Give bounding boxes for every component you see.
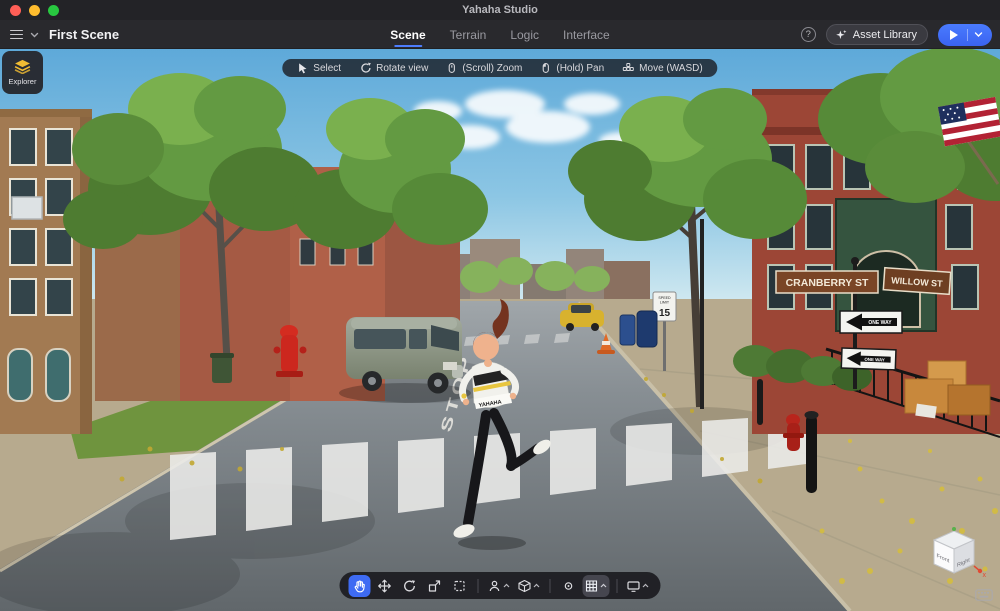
sparkle-icon <box>835 29 847 39</box>
viewport-display-button[interactable] <box>625 575 652 597</box>
tab-logic[interactable]: Logic <box>510 20 539 49</box>
gizmo-y-axis-dot <box>952 527 956 531</box>
marquee-icon <box>454 580 465 591</box>
viewport-3d[interactable]: STOP CRANBERRY ST WILLOW ST ONE WAY ONE … <box>0 49 1000 611</box>
minimize-button[interactable] <box>29 4 40 16</box>
play-icon <box>950 29 958 40</box>
tab-interface[interactable]: Interface <box>563 20 610 49</box>
help-button[interactable]: ? <box>800 27 816 42</box>
explorer-label: Explorer <box>8 77 37 86</box>
one-way-upper-text: ONE WAY <box>868 320 892 326</box>
hand-tool-button[interactable] <box>348 574 371 597</box>
tab-terrain[interactable]: Terrain <box>450 20 487 49</box>
cursor-icon <box>299 63 307 74</box>
rotate-view-hint[interactable]: Rotate view <box>350 62 437 74</box>
hold-pan-hint[interactable]: (Hold) Pan <box>531 62 613 74</box>
chevron-up-icon <box>600 583 607 588</box>
speed-limit-line2: LIMIT <box>660 301 670 305</box>
chevron-up-icon <box>503 583 510 588</box>
street-sign-cranberry-text: CRANBERRY ST <box>786 277 869 289</box>
move-icon <box>378 579 391 592</box>
avatar-tool-button[interactable] <box>486 575 513 597</box>
divider <box>967 28 968 41</box>
scale-icon <box>428 579 441 592</box>
app-header: First Scene Scene Terrain Logic Interfac… <box>0 20 1000 49</box>
bottom-toolbar <box>339 572 661 599</box>
mouse-scroll-icon <box>448 63 455 73</box>
titlebar: Yahaha Studio <box>0 0 1000 20</box>
orientation-gizmo[interactable]: Front Right x <box>926 526 988 585</box>
chevron-down-icon[interactable] <box>30 32 39 38</box>
grid-icon <box>585 579 598 592</box>
mouse-hold-icon <box>542 63 549 73</box>
chevron-up-icon <box>533 583 540 588</box>
play-options-chevron-icon[interactable] <box>974 31 983 38</box>
scale-tool-button[interactable] <box>424 575 446 597</box>
spawn-object-button[interactable] <box>516 575 543 597</box>
scene-render[interactable]: STOP CRANBERRY ST WILLOW ST ONE WAY ONE … <box>0 49 1000 611</box>
move-wasd-hint[interactable]: Move (WASD) <box>613 62 712 74</box>
dot-icon <box>564 581 573 590</box>
rotate-view-icon <box>361 62 371 73</box>
one-way-sign-upper[interactable]: ONE WAY <box>839 310 903 334</box>
explorer-panel-toggle[interactable]: Explorer <box>2 51 43 94</box>
speed-limit-value: 15 <box>659 308 671 319</box>
mail-bins[interactable] <box>619 310 658 348</box>
play-button[interactable] <box>938 23 992 46</box>
one-way-sign-lower[interactable]: ONE WAY <box>840 347 897 371</box>
asset-library-label: Asset Library <box>852 28 917 41</box>
move-tool-button[interactable] <box>374 575 396 597</box>
marquee-select-button[interactable] <box>449 575 471 597</box>
scene-title: First Scene <box>49 27 120 42</box>
layers-icon <box>14 59 31 74</box>
hand-icon <box>354 580 365 592</box>
chevron-up-icon <box>642 583 649 588</box>
speed-limit-line1: SPEED <box>658 296 671 300</box>
lamp-post[interactable] <box>700 219 704 409</box>
maximize-button[interactable] <box>48 4 59 16</box>
gizmo-x-axis-label: x <box>983 572 987 579</box>
app-window: Yahaha Studio First Scene Scene Terrain … <box>0 0 1000 611</box>
van[interactable] <box>339 317 471 403</box>
trash-can[interactable] <box>210 353 234 383</box>
cube-icon <box>518 579 531 592</box>
window-controls <box>0 4 59 16</box>
avatar-icon <box>489 580 500 591</box>
rotate-icon <box>404 579 416 591</box>
menu-icon[interactable] <box>10 29 23 40</box>
divider <box>616 578 618 593</box>
main-tabs: Scene Terrain Logic Interface <box>390 20 610 49</box>
wasd-keys-icon <box>622 63 634 71</box>
select-tool-hint[interactable]: Select <box>288 62 350 74</box>
viewport-toolbar: Select Rotate view (Scroll) Zoom (Hold) … <box>282 59 718 77</box>
ac-unit <box>11 196 43 220</box>
one-way-lower-text: ONE WAY <box>864 357 885 363</box>
tab-scene[interactable]: Scene <box>390 20 426 49</box>
grid-tool-button[interactable] <box>582 574 610 597</box>
rotate-tool-button[interactable] <box>399 575 421 597</box>
asset-library-button[interactable]: Asset Library <box>825 24 928 45</box>
divider <box>477 578 479 593</box>
scroll-zoom-hint[interactable]: (Scroll) Zoom <box>437 62 531 74</box>
window-title: Yahaha Studio <box>462 4 538 16</box>
shortcuts-keyboard-icon[interactable] <box>975 588 993 606</box>
divider <box>549 578 551 593</box>
close-button[interactable] <box>10 4 21 16</box>
monitor-icon <box>627 580 640 592</box>
snap-dot-button[interactable] <box>558 575 580 597</box>
